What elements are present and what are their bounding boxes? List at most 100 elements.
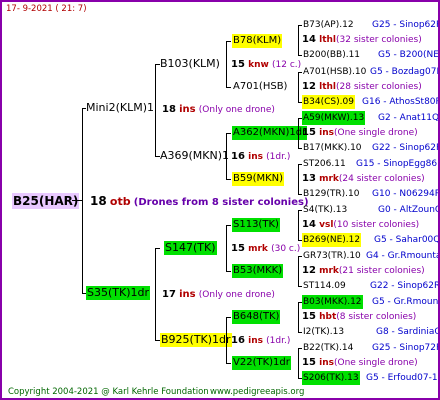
gen3-3-num: 13 bbox=[302, 173, 316, 184]
gen4-code-11: G4 - Gr.Rmounta bbox=[366, 251, 440, 261]
gen3-1-unit: lthl bbox=[319, 82, 336, 92]
gen4-queen-3[interactable]: A701(HSB).10 bbox=[302, 65, 367, 79]
gen4-queen-16[interactable]: S206(TK).13 bbox=[302, 371, 360, 385]
gen3-0-unit: lthl bbox=[319, 35, 336, 45]
footer-copyright: Copyright 2004-2021 @ Karl Kehrle Founda… bbox=[8, 387, 209, 397]
gen4-queen-8[interactable]: B129(TR).10 bbox=[302, 187, 360, 201]
gen4-queen-7[interactable]: ST206.11 bbox=[302, 157, 347, 171]
gen4-queen-14[interactable]: I2(TK).13 bbox=[302, 325, 345, 339]
gen4-queen-4[interactable]: B34(CS).09 bbox=[302, 95, 355, 109]
gen4-code-15: G25 - Sinop72R bbox=[372, 343, 440, 353]
root-inbreeding-unit: otb bbox=[109, 195, 131, 208]
gen2-0-num: 15 bbox=[231, 59, 245, 70]
gen3-queen-1[interactable]: B78(KLM) bbox=[232, 34, 283, 48]
gen3-inbreeding-5: 14 vsl(10 sister colonies) bbox=[302, 218, 419, 232]
gen3-0-note: (32 sister colonies) bbox=[336, 35, 422, 45]
gen3-1-num: 12 bbox=[302, 81, 316, 92]
root-queen[interactable]: B25(HAR) bbox=[12, 193, 80, 209]
gen3-inbreeding-4: 13 mrk(24 sister colonies) bbox=[302, 172, 425, 186]
gen3-1-note: (28 sister colonies) bbox=[336, 82, 422, 92]
gen3-2-num: 15 bbox=[302, 127, 316, 138]
footer-site-link[interactable]: www.pedigreeapis.org bbox=[210, 385, 304, 398]
gen4-code-5: G2 - Anat11Q bbox=[378, 113, 440, 123]
gen4-code-4: G16 - AthosSt80R bbox=[362, 97, 440, 107]
gen3-queen-2[interactable]: A701(HSB) bbox=[232, 80, 288, 94]
gen2-2-note: (30 c.) bbox=[271, 244, 301, 254]
gen3-queen-3[interactable]: A362(MKN)1dr bbox=[232, 126, 308, 140]
gen3-6-note: (8 sister colonies) bbox=[336, 312, 417, 322]
gen3-inbreeding-6: 12 mrk(21 sister colonies) bbox=[302, 264, 425, 278]
gen4-code-16: G5 - Erfoud07-1Q bbox=[366, 373, 440, 383]
gen3-2-note: (One single drone) bbox=[333, 128, 418, 138]
gen3-queen-5[interactable]: S113(TK) bbox=[232, 218, 280, 232]
gen1-dam-line-inbreeding: 17 ins (Only one drone) bbox=[162, 288, 275, 302]
gen4-code-14: G8 - SardiniaQ bbox=[376, 327, 440, 337]
gen3-5-unit: mrk bbox=[319, 266, 339, 276]
gen2-1-unit: ins bbox=[248, 152, 263, 162]
pedigree-frame: 17- 9-2021 ( 21: 7) B25(HAR) 18 otb (Dro… bbox=[0, 0, 440, 400]
gen3-6-num: 15 bbox=[302, 311, 316, 322]
gen2-inbreeding-2: 16 ins (1dr.) bbox=[231, 150, 290, 164]
gen2-2-num: 15 bbox=[231, 243, 245, 254]
gen1-0-num: 18 bbox=[162, 104, 176, 115]
gen2-queen-4[interactable]: B925(TK)1dr bbox=[160, 333, 232, 347]
root-inbreeding: 18 otb (Drones from 8 sister colonies) bbox=[90, 194, 309, 210]
gen3-4-note: (10 sister colonies) bbox=[333, 220, 420, 230]
gen3-0-num: 14 bbox=[302, 34, 316, 45]
gen3-7-note: (One single drone) bbox=[333, 358, 418, 368]
gen3-2-unit: ins bbox=[319, 128, 334, 138]
gen3-7-num: 15 bbox=[302, 357, 316, 368]
gen2-inbreeding-3: 15 mrk (30 c.) bbox=[231, 242, 300, 256]
gen2-queen-3[interactable]: S147(TK) bbox=[164, 241, 217, 255]
gen4-code-8: G10 - N06294R bbox=[372, 189, 440, 199]
gen4-code-13: G5 - Gr.Rmounta bbox=[372, 297, 440, 307]
gen3-3-unit: mrk bbox=[319, 174, 339, 184]
gen4-queen-6[interactable]: B17(MKK).10 bbox=[302, 141, 363, 155]
gen2-queen-1[interactable]: B103(KLM) bbox=[160, 57, 220, 71]
gen4-code-3: G5 - Bozdag07R bbox=[370, 67, 440, 77]
gen3-inbreeding-1: 14 lthl(32 sister colonies) bbox=[302, 33, 422, 47]
gen2-3-unit: ins bbox=[248, 336, 263, 346]
gen4-code-1: G25 - Sinop62R bbox=[372, 20, 440, 30]
gen2-2-unit: mrk bbox=[248, 244, 268, 254]
gen3-inbreeding-3: 15 ins(One single drone) bbox=[302, 126, 418, 140]
gen4-queen-15[interactable]: B22(TK).14 bbox=[302, 341, 354, 355]
gen4-queen-5[interactable]: A59(MKW).13 bbox=[302, 111, 366, 125]
gen4-queen-11[interactable]: GR73(TR).10 bbox=[302, 249, 362, 263]
gen3-queen-6[interactable]: B53(MKK) bbox=[232, 264, 284, 278]
gen3-queen-7[interactable]: B648(TK) bbox=[232, 310, 281, 324]
gen3-5-num: 12 bbox=[302, 265, 316, 276]
gen2-inbreeding-4: 16 ins (1dr.) bbox=[231, 334, 290, 348]
gen3-5-note: (21 sister colonies) bbox=[338, 266, 425, 276]
gen2-queen-2[interactable]: A369(MKN)1 bbox=[160, 149, 229, 163]
gen4-code-10: G5 - Sahar00Q bbox=[374, 235, 440, 245]
gen4-queen-1[interactable]: B73(AP).12 bbox=[302, 18, 355, 32]
gen4-queen-13[interactable]: B03(MKK).12 bbox=[302, 295, 363, 309]
gen3-inbreeding-8: 15 ins(One single drone) bbox=[302, 356, 418, 370]
gen3-4-unit: vsl bbox=[319, 220, 334, 230]
gen1-1-unit: ins bbox=[179, 289, 196, 300]
gen1-1-num: 17 bbox=[162, 289, 176, 300]
gen4-queen-10[interactable]: B269(NE).12 bbox=[302, 233, 362, 247]
gen1-1-note: (Only one drone) bbox=[198, 290, 275, 300]
gen3-7-unit: ins bbox=[319, 358, 334, 368]
gen3-inbreeding-7: 15 hbt(8 sister colonies) bbox=[302, 310, 416, 324]
gen2-0-unit: knw bbox=[248, 60, 269, 70]
gen1-sire-line-queen[interactable]: Mini2(KLM)1 bbox=[86, 101, 154, 115]
gen3-6-unit: hbt bbox=[319, 312, 337, 322]
gen4-queen-9[interactable]: S4(TK).13 bbox=[302, 203, 348, 217]
gen3-queen-8[interactable]: V22(TK)1dr bbox=[232, 356, 291, 370]
gen3-inbreeding-2: 12 lthl(28 sister colonies) bbox=[302, 80, 422, 94]
gen2-1-num: 16 bbox=[231, 151, 245, 162]
gen2-1-note: (1dr.) bbox=[266, 152, 291, 162]
root-inbreeding-num: 18 bbox=[90, 194, 107, 208]
gen3-queen-4[interactable]: B59(MKN) bbox=[232, 172, 285, 186]
gen4-queen-2[interactable]: B200(BB).11 bbox=[302, 48, 361, 62]
gen4-code-12: G22 - Sinop62R bbox=[370, 281, 440, 291]
gen1-dam-line-queen[interactable]: S35(TK)1dr bbox=[86, 286, 150, 300]
gen1-0-unit: ins bbox=[179, 104, 196, 115]
gen4-queen-12[interactable]: ST114.09 bbox=[302, 279, 347, 293]
gen2-0-note: (12 c.) bbox=[272, 60, 302, 70]
gen1-sire-line-inbreeding: 18 ins (Only one drone) bbox=[162, 103, 275, 117]
gen2-3-note: (1dr.) bbox=[266, 336, 291, 346]
